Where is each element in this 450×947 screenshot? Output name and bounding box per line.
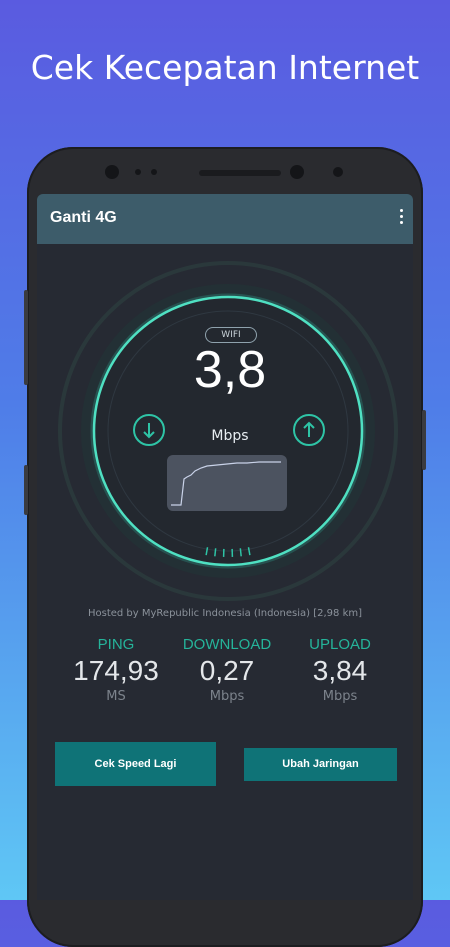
gauge-tick	[215, 548, 216, 556]
speed-graph-line	[171, 462, 281, 505]
app-title: Ganti 4G	[50, 209, 117, 227]
download-label: DOWNLOAD	[167, 636, 287, 653]
upload-unit: Mbps	[280, 689, 400, 704]
download-unit: Mbps	[167, 689, 287, 704]
front-sensor	[105, 165, 119, 179]
volume-button	[24, 290, 28, 385]
retest-button[interactable]: Cek Speed Lagi	[55, 742, 216, 786]
ping-value: 174,93	[56, 655, 176, 687]
server-host-info: Hosted by MyRepublic Indonesia (Indonesi…	[37, 608, 413, 619]
ping-label: PING	[56, 636, 176, 653]
front-camera	[290, 165, 304, 179]
side-key-right	[422, 410, 426, 470]
change-network-button[interactable]: Ubah Jaringan	[244, 748, 397, 781]
arrow-up-circle-icon	[293, 414, 325, 446]
speed-gauge	[37, 244, 413, 604]
app-bar: Ganti 4G	[37, 194, 413, 244]
download-result: DOWNLOAD 0,27 Mbps	[167, 636, 287, 704]
app-screen: Ganti 4G WIFI 3,8 Mbps Hosted by MyRepub…	[37, 194, 413, 900]
download-value: 0,27	[167, 655, 287, 687]
light-sensor	[151, 169, 157, 175]
upload-label: UPLOAD	[280, 636, 400, 653]
ping-result: PING 174,93 MS	[56, 636, 176, 704]
promo-headline: Cek Kecepatan Internet	[0, 48, 450, 87]
power-button-left	[24, 465, 28, 515]
proximity-sensor	[135, 169, 141, 175]
speed-graph	[167, 455, 287, 511]
upload-result: UPLOAD 3,84 Mbps	[280, 636, 400, 704]
gauge-tick	[240, 548, 241, 556]
earpiece-speaker	[199, 170, 281, 176]
ping-unit: MS	[56, 689, 176, 704]
current-speed-unit: Mbps	[180, 428, 280, 444]
camera-sensor	[333, 167, 343, 177]
arrow-down-circle-icon	[133, 414, 165, 446]
upload-value: 3,84	[280, 655, 400, 687]
current-speed-value: 3,8	[150, 340, 310, 400]
more-vert-icon[interactable]	[399, 209, 405, 229]
